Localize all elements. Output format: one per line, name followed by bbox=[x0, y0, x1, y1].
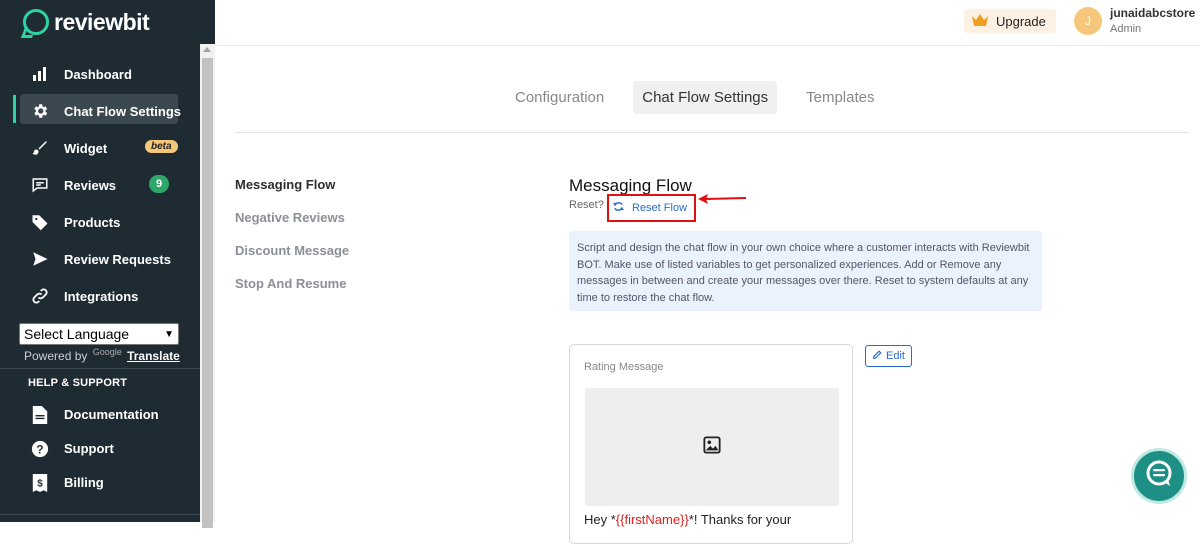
logo-icon bbox=[23, 9, 49, 35]
language-select-value: Select Language bbox=[24, 326, 130, 342]
subnav-messaging-flow[interactable]: Messaging Flow bbox=[235, 177, 349, 192]
page-title: Messaging Flow bbox=[569, 176, 692, 195]
reset-question: Reset? bbox=[569, 199, 604, 211]
chat-bubble-icon bbox=[1144, 459, 1174, 494]
user-role: Admin bbox=[1110, 23, 1142, 35]
reviews-count-badge: 9 bbox=[149, 175, 170, 193]
logo-text: reviewbit bbox=[54, 8, 150, 35]
top-header: Upgrade J junaidabcstore Admin bbox=[215, 0, 1200, 46]
sidebar-item-label: Reviews bbox=[64, 177, 117, 193]
reset-icon bbox=[613, 201, 624, 215]
subnav-discount-message[interactable]: Discount Message bbox=[235, 243, 349, 258]
sidebar-item-label: Documentation bbox=[64, 407, 159, 422]
reviewbit-logo[interactable]: reviewbit bbox=[23, 8, 150, 36]
sidebar-item-products[interactable]: Products bbox=[0, 204, 200, 240]
firstname-variable: {{firstName}} bbox=[615, 512, 689, 527]
upgrade-button[interactable]: Upgrade bbox=[964, 9, 1056, 33]
sidebar-nav: Dashboard Chat Flow Settings Widget beta… bbox=[0, 55, 200, 315]
card-label: Rating Message bbox=[584, 361, 664, 373]
edit-button[interactable]: Edit bbox=[865, 345, 912, 367]
image-placeholder bbox=[585, 388, 839, 506]
reset-flow-button[interactable]: Reset Flow bbox=[607, 194, 696, 222]
sidebar-item-documentation[interactable]: Documentation bbox=[0, 398, 200, 431]
sidebar-item-integrations[interactable]: Integrations bbox=[0, 278, 200, 314]
sidebar-item-label: Billing bbox=[64, 475, 104, 490]
sidebar-item-billing[interactable]: $ Billing bbox=[0, 466, 200, 499]
billing-icon: $ bbox=[30, 473, 50, 493]
google-logo: Google bbox=[92, 347, 122, 357]
sidebar-divider-bottom bbox=[0, 514, 200, 515]
svg-text:$: $ bbox=[37, 478, 43, 489]
svg-text:?: ? bbox=[36, 443, 43, 456]
sidebar-item-label: Review Requests bbox=[64, 251, 171, 267]
translate-link[interactable]: Translate bbox=[127, 349, 180, 363]
edit-label: Edit bbox=[886, 350, 905, 362]
upgrade-label: Upgrade bbox=[996, 13, 1046, 29]
sidebar-item-label: Products bbox=[64, 214, 121, 230]
powered-by-google: Powered by Google Translate bbox=[24, 347, 180, 363]
subnav-stop-and-resume[interactable]: Stop And Resume bbox=[235, 276, 349, 291]
question-icon: ? bbox=[30, 439, 50, 459]
chat-widget-button[interactable] bbox=[1131, 448, 1187, 504]
image-icon bbox=[703, 435, 721, 459]
gear-icon bbox=[30, 101, 50, 121]
link-icon bbox=[30, 286, 50, 306]
help-nav: Documentation ? Support $ Billing bbox=[0, 397, 200, 500]
flow-subnav: Messaging Flow Negative Reviews Discount… bbox=[235, 177, 349, 309]
subnav-negative-reviews[interactable]: Negative Reviews bbox=[235, 210, 349, 225]
beta-badge: beta bbox=[145, 140, 178, 153]
avatar[interactable]: J bbox=[1074, 7, 1102, 35]
sidebar-item-label: Support bbox=[64, 441, 114, 456]
sidebar-item-widget[interactable]: Widget beta bbox=[0, 130, 200, 166]
powered-by-text: Powered by bbox=[24, 349, 88, 363]
tab-templates[interactable]: Templates bbox=[797, 81, 883, 114]
chevron-down-icon: ▼ bbox=[164, 328, 174, 340]
scroll-up-icon[interactable] bbox=[203, 47, 211, 52]
sidebar-item-review-requests[interactable]: Review Requests bbox=[0, 241, 200, 277]
scrollbar-thumb[interactable] bbox=[202, 58, 213, 528]
sidebar-item-support[interactable]: ? Support bbox=[0, 432, 200, 465]
tabs-divider bbox=[235, 132, 1189, 133]
annotation-arrow-icon bbox=[698, 194, 747, 204]
sidebar-item-label: Chat Flow Settings bbox=[64, 103, 181, 119]
sidebar-item-chat-flow-settings[interactable]: Chat Flow Settings bbox=[0, 93, 200, 129]
tag-icon bbox=[30, 212, 50, 232]
document-icon bbox=[30, 405, 50, 425]
pencil-icon bbox=[872, 349, 882, 363]
sidebar-item-dashboard[interactable]: Dashboard bbox=[0, 56, 200, 92]
tab-chat-flow-settings[interactable]: Chat Flow Settings bbox=[633, 81, 778, 114]
language-select[interactable]: Select Language ▼ bbox=[19, 323, 179, 345]
sidebar-item-label: Dashboard bbox=[64, 66, 132, 82]
rating-message-text: Hey *{{firstName}}*! Thanks for your bbox=[584, 512, 791, 527]
sidebar-scrollbar[interactable] bbox=[200, 44, 215, 528]
reset-flow-label: Reset Flow bbox=[632, 202, 688, 214]
user-name[interactable]: junaidabcstore bbox=[1110, 6, 1195, 20]
crown-icon bbox=[972, 13, 988, 29]
send-icon bbox=[30, 249, 50, 269]
sidebar-divider bbox=[0, 368, 200, 369]
settings-tabs: Configuration Chat Flow Settings Templat… bbox=[506, 81, 904, 114]
help-support-heading: HELP & SUPPORT bbox=[28, 377, 128, 389]
sidebar-item-reviews[interactable]: Reviews 9 bbox=[0, 167, 200, 203]
bar-chart-icon bbox=[30, 64, 50, 84]
sidebar: reviewbit Dashboard Chat Flow Settings W… bbox=[0, 0, 215, 528]
reviews-icon bbox=[30, 175, 50, 195]
paintbrush-icon bbox=[30, 138, 50, 158]
rating-message-card: Rating Message Hey *{{firstName}}*! Than… bbox=[569, 344, 853, 544]
text-before: Hey * bbox=[584, 512, 616, 527]
sidebar-item-label: Integrations bbox=[64, 288, 139, 304]
text-after: *! Thanks for your bbox=[688, 512, 792, 527]
sidebar-item-label: Widget bbox=[64, 140, 108, 156]
tab-configuration[interactable]: Configuration bbox=[506, 81, 613, 114]
info-box: Script and design the chat flow in your … bbox=[569, 231, 1042, 311]
